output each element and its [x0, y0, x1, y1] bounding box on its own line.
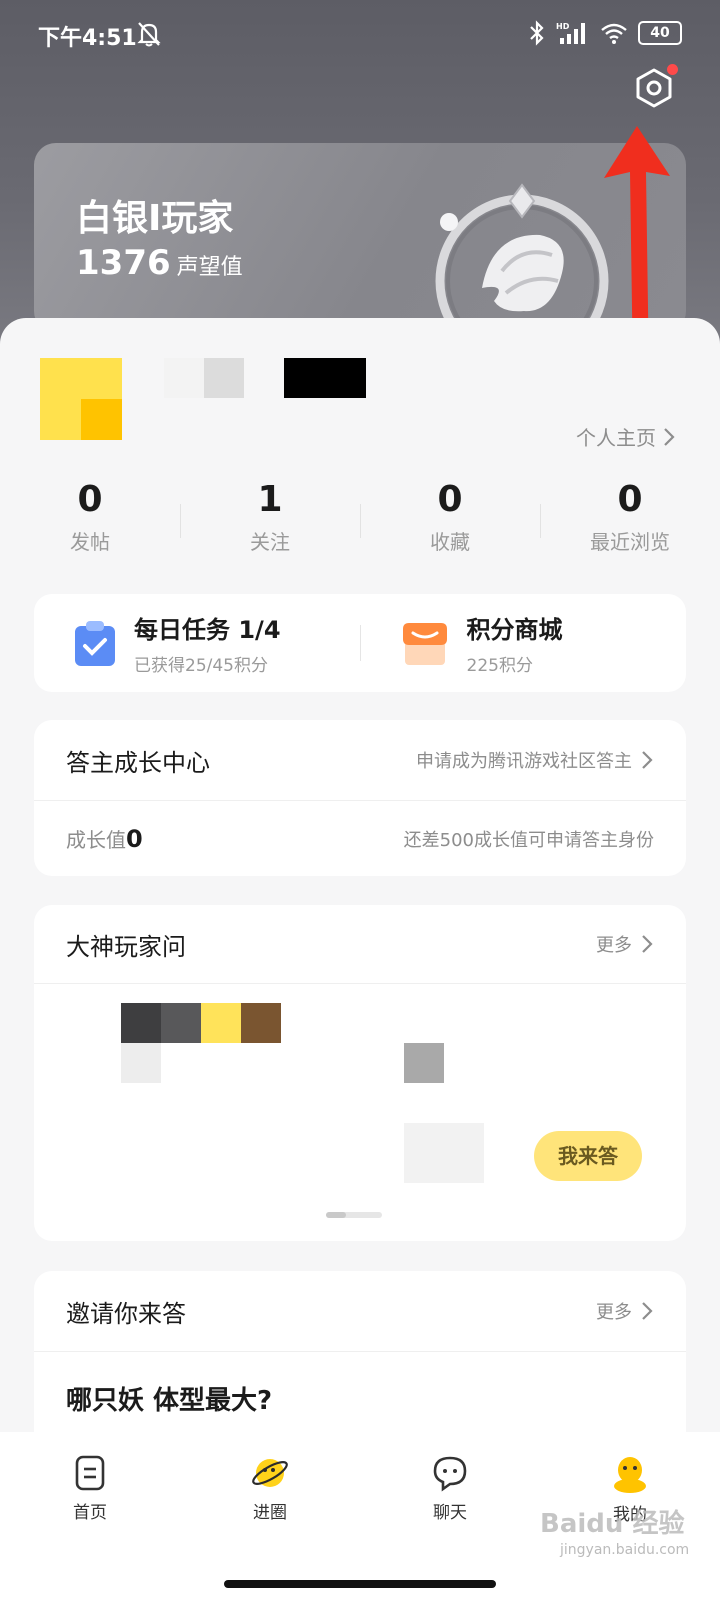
redacted-content-block: [121, 1043, 161, 1083]
planet-icon: [252, 1459, 288, 1487]
growth-header[interactable]: 答主成长中心 申请成为腾讯游戏社区答主: [34, 720, 686, 800]
task-shop-card: 每日任务 1/4 已获得25/45积分 积分商城 225积分: [34, 594, 686, 692]
expert-questions-header: 大神玩家问 更多: [34, 905, 686, 983]
more-link[interactable]: 更多: [596, 931, 654, 957]
points-shop-title: 积分商城: [466, 616, 563, 644]
growth-value-row: 成长值0 还差500成长值可申请答主身份: [34, 801, 686, 876]
chevron-right-icon: [642, 751, 653, 769]
home-document-icon: [75, 1455, 105, 1491]
redacted-content-block: [161, 1003, 201, 1043]
profile-stats: 0 发帖 1 关注 0 收藏 0 最近浏览: [0, 478, 720, 568]
stat-label: 关注: [250, 530, 290, 554]
shop-icon: [402, 623, 447, 665]
watermark-text: Baidu 经验: [540, 1509, 685, 1539]
tab-chat[interactable]: 聊天: [360, 1432, 540, 1600]
stat-value: 0: [617, 479, 643, 520]
clipboard-check-icon: [75, 621, 115, 666]
stat-favorites[interactable]: 0 收藏: [360, 478, 540, 568]
expert-questions-title: 大神玩家问: [66, 932, 186, 961]
stat-following[interactable]: 1 关注: [180, 478, 360, 568]
reputation-number: 1376: [76, 243, 171, 283]
status-bar: 下午4:51 HD 40: [38, 18, 682, 54]
divider: [34, 983, 686, 984]
tab-home[interactable]: 首页: [0, 1432, 180, 1600]
chevron-right-icon: [664, 427, 675, 446]
invite-header: 邀请你来答 更多: [34, 1271, 686, 1351]
more-link[interactable]: 更多: [596, 1298, 654, 1324]
redacted-content-block: [201, 1003, 241, 1043]
carousel-indicator: [326, 1212, 382, 1218]
signal-icon: HD: [556, 22, 585, 44]
reputation-unit: 声望值: [176, 255, 243, 280]
redacted-content-block: [241, 1003, 281, 1043]
tab-label: 聊天: [433, 1503, 467, 1523]
bluetooth-icon: [530, 20, 544, 46]
penguin-profile-icon: [614, 1457, 646, 1493]
silver-rank-badge-icon: [435, 183, 609, 333]
stat-posts[interactable]: 0 发帖: [0, 478, 180, 568]
redacted-content-block: [121, 1003, 161, 1043]
apply-answerer-link[interactable]: 申请成为腾讯游戏社区答主: [416, 747, 654, 773]
chat-bubble-icon: [433, 1456, 467, 1492]
expert-questions-card: 大神玩家问 更多 我来答: [34, 905, 686, 1241]
stat-value: 1: [257, 479, 283, 520]
redacted-content-block: [404, 1043, 444, 1083]
growth-center-title: 答主成长中心: [66, 748, 210, 777]
stat-value: 0: [437, 479, 463, 520]
wifi-icon: [601, 23, 627, 44]
stat-label: 最近浏览: [590, 530, 670, 554]
answerer-growth-card: 答主成长中心 申请成为腾讯游戏社区答主 成长值0 还差500成长值可申请答主身份: [34, 720, 686, 876]
stat-label: 发帖: [70, 530, 110, 554]
invite-answer-card: 邀请你来答 更多 哪只妖 体型最大?: [34, 1271, 686, 1451]
apply-answerer-label: 申请成为腾讯游戏社区答主: [416, 751, 632, 772]
stat-label: 收藏: [430, 530, 470, 554]
redacted-name-block: [164, 358, 204, 398]
personal-homepage-link[interactable]: 个人主页: [576, 422, 676, 451]
status-time: 下午4:51: [38, 26, 137, 51]
tab-circles[interactable]: 进圈: [180, 1432, 360, 1600]
more-label: 更多: [596, 935, 632, 956]
daily-task-subtitle: 已获得25/45积分: [134, 656, 268, 676]
stat-value: 0: [77, 479, 103, 520]
personal-homepage-label: 个人主页: [576, 426, 656, 450]
rank-title: 白银I玩家: [76, 198, 234, 239]
stat-recent[interactable]: 0 最近浏览: [540, 478, 720, 568]
avatar[interactable]: [40, 358, 122, 440]
tab-label: 首页: [73, 1503, 107, 1523]
answer-button[interactable]: 我来答: [534, 1131, 642, 1181]
growth-hint: 还差500成长值可申请答主身份: [403, 829, 654, 851]
home-indicator[interactable]: [224, 1580, 496, 1588]
points-shop-entry[interactable]: 积分商城 225积分: [361, 610, 687, 676]
battery-indicator: 40: [638, 21, 682, 45]
redacted-name-block: [204, 358, 244, 398]
svg-text:HD: HD: [556, 22, 570, 31]
redacted-content-block: [404, 1123, 484, 1183]
notification-dot: [667, 64, 678, 75]
daily-task-title: 每日任务 1/4: [134, 616, 281, 644]
invite-title: 邀请你来答: [66, 1299, 186, 1328]
redacted-name-block: [284, 358, 366, 398]
chevron-right-icon: [642, 1302, 653, 1320]
growth-value-number: 0: [126, 825, 143, 853]
growth-value: 成长值0: [66, 824, 143, 853]
daily-task-entry[interactable]: 每日任务 1/4 已获得25/45积分: [34, 610, 360, 676]
points-balance: 225积分: [466, 656, 533, 676]
watermark-url: jingyan.baidu.com: [560, 1542, 690, 1558]
more-label: 更多: [596, 1302, 632, 1323]
mute-bell-icon: [137, 22, 161, 47]
tab-label: 进圈: [253, 1503, 287, 1523]
rank-card[interactable]: 白银I玩家 1376 声望值: [34, 143, 686, 333]
growth-value-label: 成长值: [66, 828, 126, 852]
reputation-value: 1376 声望值: [76, 243, 243, 283]
settings-button[interactable]: [632, 64, 678, 110]
invite-question[interactable]: 哪只妖 体型最大?: [34, 1352, 686, 1417]
chevron-right-icon: [642, 935, 653, 953]
